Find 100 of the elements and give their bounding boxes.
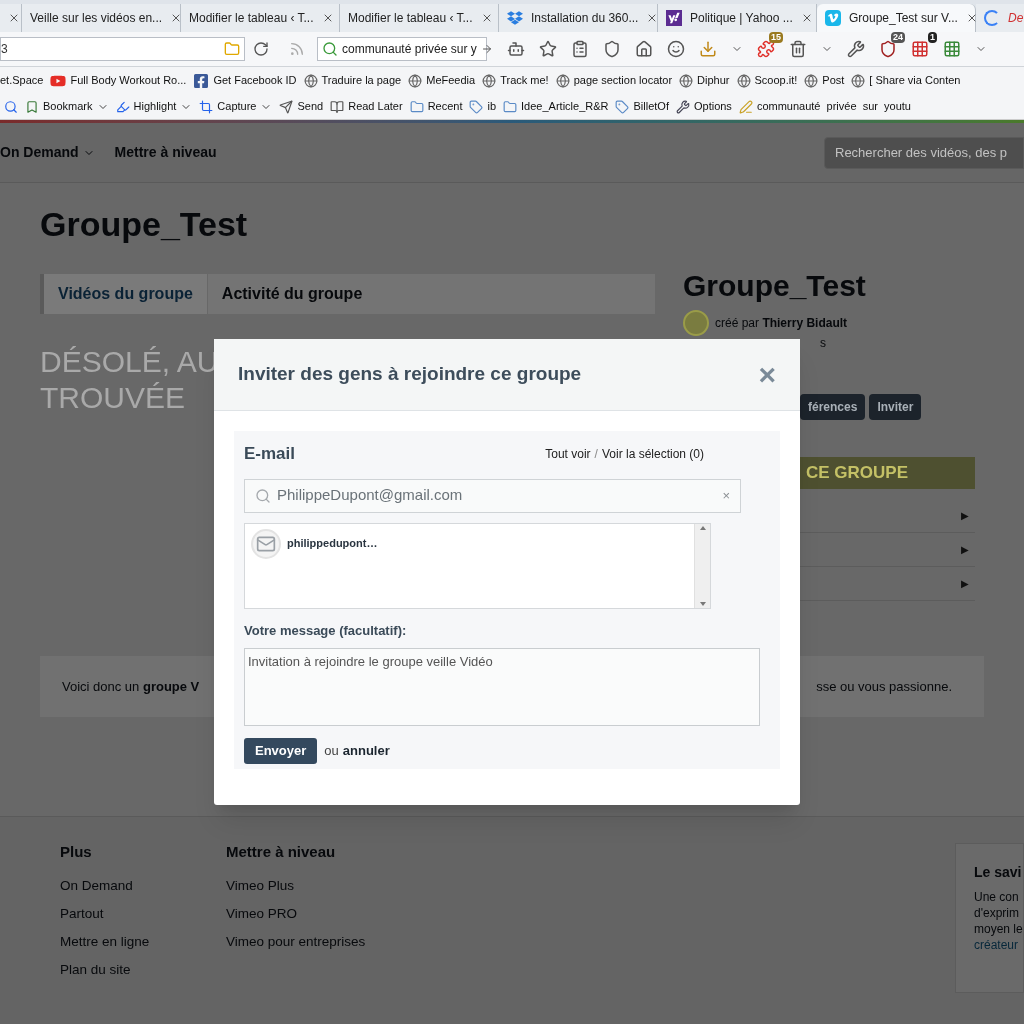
tab-title: De [1008, 10, 1024, 27]
tab-title: Groupe_Test sur V... [849, 10, 958, 27]
cancel-link[interactable]: annuler [342, 741, 390, 761]
toolbar-button[interactable]: Recent [409, 98, 463, 115]
browser-tab[interactable]: Groupe_Test sur V... [817, 4, 976, 32]
browser-tab[interactable]: Modifier le tableau ‹ T... [340, 4, 499, 32]
star-icon[interactable] [539, 40, 557, 58]
toolbar-button[interactable]: BilletOf [615, 98, 669, 115]
tag-icon [469, 99, 484, 114]
book-icon [330, 99, 345, 114]
address-field[interactable]: 3 [0, 37, 245, 61]
globe-icon [679, 73, 694, 88]
bookmark-link[interactable]: page section locator [555, 72, 673, 89]
toolbar-button[interactable]: Options [675, 98, 732, 115]
empty-message-text: TROUVÉE [40, 380, 186, 416]
toolbar-button[interactable]: Send [279, 98, 324, 115]
show-all-link[interactable]: Tout voir [545, 444, 591, 463]
text-fragment: s [820, 335, 826, 352]
wrench-icon[interactable] [847, 40, 865, 58]
bookmark-link[interactable]: Track me! [482, 72, 549, 89]
toolbar-button[interactable]: communauté privée sur youtu [738, 98, 911, 115]
smiley-icon[interactable] [667, 40, 685, 58]
browser-tab[interactable]: De [976, 4, 1024, 32]
list-icon[interactable] [571, 40, 589, 58]
bookmark-link[interactable]: Diphur [679, 72, 730, 89]
v-logo-icon [825, 10, 841, 26]
toolbar-button[interactable]: ib [469, 98, 497, 115]
wrench-icon [675, 99, 690, 114]
pen-icon [738, 99, 753, 114]
folder-icon [503, 99, 518, 114]
search-icon [255, 487, 271, 504]
reload-icon[interactable] [253, 41, 269, 57]
card-text: Une con [974, 889, 1020, 905]
tab-title: Modifier le tableau ‹ T... [189, 10, 314, 27]
group-tab[interactable]: Vidéos du groupe [44, 274, 208, 314]
bookmark-icon [25, 99, 39, 114]
description-text: Voici donc un groupe V [62, 677, 200, 696]
globe-icon [408, 73, 423, 88]
search-icon [322, 41, 338, 57]
tab-title: Politique | Yahoo ... [690, 10, 793, 27]
bookmark-link[interactable]: Post [804, 72, 845, 89]
toolbar-button[interactable]: Bookmark [25, 98, 109, 115]
description-text: sse ou vous passionne. [816, 677, 952, 696]
email-search-field[interactable]: PhilippeDupont@gmail.com × [244, 478, 741, 513]
browser-tab[interactable]: Modifier le tableau ‹ T... [181, 4, 340, 32]
submit-button[interactable]: Envoyer [244, 738, 318, 764]
tag-icon [615, 99, 630, 114]
bookmark-link[interactable]: Traduire la page [303, 72, 402, 89]
message-field[interactable]: Invitation à rejoindre le groupe veille Vidéo [244, 648, 760, 726]
search-field[interactable]: Rechercher des vidéos, des p [824, 136, 1024, 169]
tab-title: Modifier le tableau ‹ T... [348, 10, 473, 27]
grid-icon[interactable] [911, 40, 929, 58]
browser-tab[interactable]: Politique | Yahoo ... [658, 4, 817, 32]
crop-icon [199, 99, 214, 114]
sidebar-button[interactable]: Inviter [869, 394, 922, 420]
group-tab[interactable]: Activité du groupe [207, 274, 377, 314]
toolbar-button[interactable]: Read Later [330, 98, 403, 115]
download-icon[interactable] [699, 40, 717, 58]
sidebar-button[interactable]: férences [800, 394, 866, 420]
toolbar-button[interactable]: Capture [199, 98, 273, 115]
group-title: Groupe_Test [40, 204, 248, 245]
bin-icon[interactable] [789, 40, 807, 58]
loading-icon [984, 10, 1000, 26]
globe-icon [482, 73, 497, 88]
robot-icon[interactable] [507, 40, 525, 58]
count-badge: 1 [928, 32, 937, 43]
globe-icon [303, 73, 318, 88]
folder-icon [409, 99, 424, 114]
toolbar-button[interactable]: Highlight [115, 98, 193, 115]
card-text: moyen le [974, 921, 1023, 937]
separator-text: / [594, 445, 598, 463]
shield-icon[interactable] [603, 40, 621, 58]
arrow-icon[interactable] [480, 43, 493, 55]
bookmark-link[interactable]: MeFeedia [408, 72, 476, 89]
card-title: Le savi [974, 863, 1023, 882]
grid-icon[interactable] [943, 40, 961, 58]
search-icon[interactable] [4, 99, 18, 114]
email-label: E-mail [244, 443, 297, 465]
toolbar-button[interactable]: Idee_Article_R&R [503, 98, 609, 115]
bookmark-link[interactable]: et.Space [0, 72, 44, 89]
envelope-icon [251, 528, 281, 559]
browser-tab[interactable]: Installation du 360... [499, 4, 658, 32]
y-logo-icon [666, 10, 682, 26]
creator-text: créé par Thierry Bidault [715, 315, 848, 332]
avatar-icon [683, 310, 709, 336]
bookmark-link[interactable]: Full Body Workout Ro... [50, 72, 187, 89]
bookmark-link[interactable]: Get Facebook ID [193, 72, 297, 89]
globe-icon [804, 73, 819, 88]
home-icon[interactable] [635, 40, 653, 58]
bookmark-link[interactable]: [ Share via Conten [851, 72, 961, 89]
scrollbar[interactable] [694, 523, 710, 608]
bookmark-link[interactable]: Scoop.it! [736, 72, 798, 89]
dialog-title: Inviter des gens à rejoindre ce groupe [238, 362, 583, 387]
globe-icon [736, 73, 751, 88]
puzzle-icon[interactable] [757, 40, 775, 58]
show-selection-link[interactable]: Voir la sélection (0) [601, 444, 704, 463]
close-icon[interactable] [8, 12, 20, 24]
group-banner: CE GROUPE [800, 457, 975, 489]
browser-tab[interactable]: Veille sur les vidéos en... [22, 4, 181, 32]
shield-icon[interactable] [879, 40, 897, 58]
